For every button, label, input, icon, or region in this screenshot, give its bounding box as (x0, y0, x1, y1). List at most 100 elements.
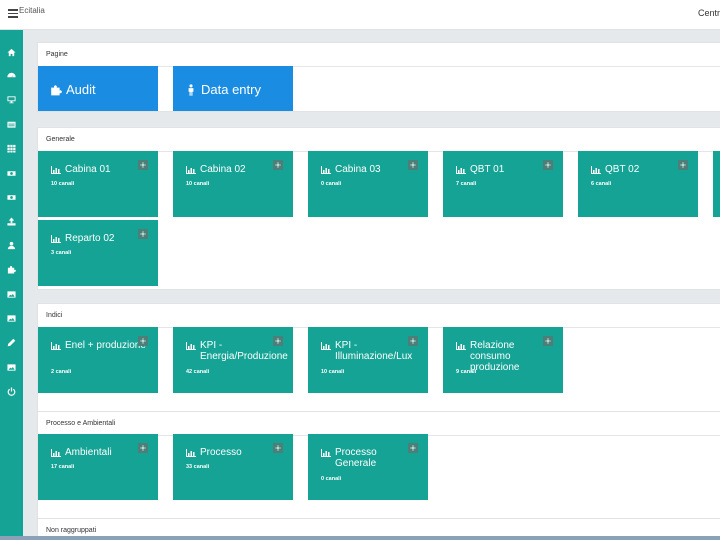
top-bar: Ecitalia Centr (0, 0, 720, 30)
bar-chart-icon (456, 342, 466, 350)
tile-processo[interactable]: Processo 33 canali (173, 434, 293, 500)
tile-relazione-consumo[interactable]: Relazione consumo produzione 9 canali (443, 327, 563, 393)
bar-chart-icon (456, 166, 466, 174)
tile-label: QBT 02 (605, 164, 640, 175)
power-icon[interactable] (4, 384, 19, 399)
tile-label: Processo Generale (335, 447, 377, 469)
gear-icon[interactable] (678, 160, 688, 170)
tile-count: 6 canali (591, 181, 612, 187)
tile-count: 10 canali (51, 181, 75, 187)
tile-label: Cabina 01 (65, 164, 111, 175)
gear-icon[interactable] (138, 160, 148, 170)
gear-icon[interactable] (138, 229, 148, 239)
bar-chart-icon (321, 166, 331, 174)
tile-label: Audit (66, 82, 96, 97)
image-icon[interactable] (4, 287, 19, 302)
tile-count: 0 canali (321, 181, 342, 187)
money-icon[interactable] (4, 166, 19, 181)
tile-kpi-illuminazione[interactable]: KPI - Illuminazione/Lux 10 canali (308, 327, 428, 393)
gear-icon[interactable] (138, 443, 148, 453)
header-right-text[interactable]: Centr (698, 8, 720, 18)
bar-chart-icon (321, 342, 331, 350)
tile-label: Ambientali (65, 447, 112, 458)
tile-label: Data entry (201, 82, 261, 97)
tile-processo-generale[interactable]: Processo Generale 0 canali (308, 434, 428, 500)
gear-icon[interactable] (408, 443, 418, 453)
tile-qbt-02[interactable]: QBT 02 6 canali (578, 151, 698, 217)
pagine-title: Pagine (38, 43, 720, 67)
gear-icon[interactable] (273, 160, 283, 170)
bar-chart-icon (51, 342, 61, 350)
gear-icon[interactable] (273, 336, 283, 346)
image-icon[interactable] (4, 311, 19, 326)
tile-label: QBT 01 (470, 164, 505, 175)
image-icon[interactable] (4, 360, 19, 375)
tile-partial[interactable] (713, 151, 720, 217)
tile-ambientali[interactable]: Ambientali 17 canali (38, 434, 158, 500)
tile-cabina-01[interactable]: Cabina 01 10 canali (38, 151, 158, 217)
bar-chart-icon (321, 449, 331, 457)
tile-label: Reparto 02 (65, 233, 115, 244)
tile-audit[interactable]: Audit (38, 66, 158, 111)
processo-title: Processo e Ambientali (38, 412, 720, 436)
bar-chart-icon (186, 449, 196, 457)
bar-chart-icon (186, 166, 196, 174)
tile-count: 9 canali (456, 369, 477, 375)
home-icon[interactable] (4, 45, 19, 60)
window-bottom-edge (0, 536, 720, 540)
monitor-icon[interactable] (4, 92, 19, 107)
gear-icon[interactable] (408, 160, 418, 170)
tile-count: 33 canali (186, 464, 210, 470)
tile-kpi-energia[interactable]: KPI - Energia/Produzione 42 canali (173, 327, 293, 393)
tile-count: 17 canali (51, 464, 75, 470)
money-icon[interactable] (4, 190, 19, 205)
tile-label: Relazione consumo produzione (470, 340, 520, 373)
generale-panel: Generale Cabina 01 10 canali Cabina 02 1… (37, 127, 720, 290)
tile-label: Cabina 03 (335, 164, 381, 175)
indici-panel: Indici Enel + produzione 2 canali KPI - … (37, 303, 720, 425)
main-content: Pagine Audit Data entry Generale Cabina … (23, 30, 720, 540)
generale-title: Generale (38, 128, 720, 152)
tile-count: 3 canali (51, 250, 72, 256)
table-icon[interactable] (4, 117, 19, 132)
tile-cabina-02[interactable]: Cabina 02 10 canali (173, 151, 293, 217)
bar-chart-icon (591, 166, 601, 174)
tile-label: Cabina 02 (200, 164, 246, 175)
tile-count: 10 canali (186, 181, 210, 187)
bar-chart-icon (51, 235, 61, 243)
bar-chart-icon (51, 449, 61, 457)
processo-panel: Processo e Ambientali Ambientali 17 cana… (37, 411, 720, 531)
gear-icon[interactable] (273, 443, 283, 453)
gear-icon[interactable] (543, 160, 553, 170)
grid-icon[interactable] (4, 141, 19, 156)
tile-count: 0 canali (321, 476, 342, 482)
gear-icon[interactable] (408, 336, 418, 346)
bar-chart-icon (51, 166, 61, 174)
tile-cabina-03[interactable]: Cabina 03 0 canali (308, 151, 428, 217)
indici-title: Indici (38, 304, 720, 328)
tile-count: 10 canali (321, 369, 345, 375)
brand-name[interactable]: Ecitalia (19, 6, 45, 15)
dashboard-icon[interactable] (4, 68, 19, 83)
user-upload-icon[interactable] (4, 238, 19, 253)
menu-icon[interactable] (8, 9, 18, 18)
tile-count: 2 canali (51, 369, 72, 375)
tile-label: Processo (200, 447, 242, 458)
pagine-panel: Pagine Audit Data entry (37, 42, 720, 112)
sidebar (0, 30, 23, 540)
upload-icon[interactable] (4, 214, 19, 229)
tile-count: 7 canali (456, 181, 477, 187)
pencil-icon[interactable] (4, 335, 19, 350)
puzzle-icon (51, 84, 62, 95)
tile-label: KPI - Illuminazione/Lux (335, 340, 413, 362)
gear-icon[interactable] (138, 336, 148, 346)
tile-count: 42 canali (186, 369, 210, 375)
tile-qbt-01[interactable]: QBT 01 7 canali (443, 151, 563, 217)
bar-chart-icon (186, 342, 196, 350)
tile-data-entry[interactable]: Data entry (173, 66, 293, 111)
puzzle-icon[interactable] (4, 262, 19, 277)
tile-enel-produzione[interactable]: Enel + produzione 2 canali (38, 327, 158, 393)
person-icon (188, 83, 194, 96)
tile-reparto-02[interactable]: Reparto 02 3 canali (38, 220, 158, 286)
gear-icon[interactable] (543, 336, 553, 346)
